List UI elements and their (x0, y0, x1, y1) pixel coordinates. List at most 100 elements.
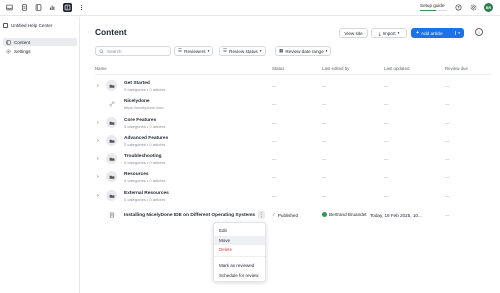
row-status: — (272, 156, 277, 162)
folder-icon (106, 117, 117, 128)
sidebar: Untitled Help Center Content Settings (0, 17, 80, 293)
filter-label: Review status (229, 48, 258, 54)
folder-icon (106, 135, 117, 146)
chevron-right-icon[interactable]: › (97, 83, 99, 89)
column-header-status[interactable]: Status (272, 66, 284, 71)
page-title: Content (95, 27, 127, 37)
search-box[interactable] (95, 46, 171, 56)
row-status: — (272, 101, 277, 107)
chevron-down-icon[interactable]: ▾ (455, 31, 460, 35)
view-site-button[interactable]: View site (339, 28, 368, 38)
status-badge: ✓ Published (272, 212, 298, 218)
table-row[interactable]: › Resources 0 categories • 0 articles — … (95, 168, 491, 186)
table-row[interactable]: › Core Features 0 categories • 0 article… (95, 114, 491, 132)
book-icon[interactable] (34, 3, 43, 12)
sidebar-item-settings[interactable]: Settings (3, 47, 77, 55)
add-article-button[interactable]: + Add article ▾ (411, 28, 464, 38)
filter-label: Reviewers (184, 48, 206, 54)
sidebar-item-label: Settings (14, 48, 31, 54)
row-review-due: — (445, 174, 450, 180)
folder-icon (106, 190, 117, 201)
menu-item-mark-reviewed[interactable]: Mark as reviewed (214, 261, 265, 270)
setup-progress-bar (420, 10, 447, 12)
document-icon[interactable] (20, 3, 29, 12)
row-title: Nicelydone (124, 98, 150, 104)
reviewers-filter[interactable]: ☰ Reviewers ▾ (174, 46, 214, 56)
sidebar-item-label: Content (14, 39, 31, 45)
chevron-down-icon: ▾ (397, 31, 400, 35)
row-review-due: — (445, 156, 450, 162)
settings-gear-icon[interactable] (469, 3, 478, 12)
chevron-right-icon[interactable]: › (97, 156, 99, 162)
context-menu: Edit Move Delete Mark as reviewed Schedu… (213, 222, 266, 282)
row-updated: — (384, 156, 389, 162)
inbox-icon[interactable] (5, 3, 14, 12)
chevron-down-icon: ▾ (207, 49, 210, 53)
row-subtitle: https://nicelydone.club (124, 105, 164, 110)
row-updated: — (384, 83, 389, 89)
setup-guide-link[interactable]: Setup guide (420, 3, 445, 8)
gear-icon (6, 49, 11, 53)
table-row[interactable]: › Advanced Features 0 categories • 0 art… (95, 132, 491, 150)
article-row[interactable]: Installing NicelyDone IDE on Different O… (95, 206, 491, 224)
avatar[interactable]: BR (484, 3, 493, 12)
row-review-due: — (445, 212, 450, 218)
row-subtitle: 0 categories • 0 articles (124, 178, 166, 183)
row-status: — (272, 83, 277, 89)
review-status-filter[interactable]: ☰ Review status ▾ (219, 46, 266, 56)
article-title[interactable]: Installing NicelyDone IDE on Different O… (124, 213, 255, 218)
search-input[interactable] (107, 48, 167, 54)
chevron-down-icon: ▾ (325, 49, 328, 53)
editor-name: Bertrand Bruandet (329, 211, 367, 217)
filter-label: Review date range (285, 48, 324, 54)
help-center-icon (3, 22, 8, 28)
row-subtitle: 0 categories • 0 articles (124, 160, 166, 165)
row-edited-by: — (322, 120, 327, 126)
help-icon[interactable] (454, 3, 463, 12)
help-center-name: Untitled Help Center (11, 22, 53, 28)
review-date-range-filter[interactable]: ▦ Review date range ▾ (275, 46, 332, 56)
row-updated: Today, 19 Feb 2025, 10... (370, 212, 422, 218)
menu-item-schedule-review[interactable]: Schedule for review (214, 271, 265, 280)
info-icon[interactable]: i (475, 28, 483, 36)
menu-item-edit[interactable]: Edit (214, 226, 265, 235)
header-divider (95, 74, 491, 75)
chevron-right-icon[interactable]: › (97, 138, 99, 144)
chevron-right-icon[interactable]: › (97, 120, 99, 126)
row-status: — (272, 193, 277, 199)
chart-icon[interactable] (48, 3, 57, 12)
row-title: Troubleshooting (124, 153, 162, 159)
table-row[interactable]: › Get Started 0 categories • 0 articles … (95, 77, 491, 95)
row-review-due: — (445, 101, 450, 107)
column-header-name[interactable]: Name (95, 66, 107, 71)
row-review-due: — (445, 138, 450, 144)
layout-icon[interactable] (63, 3, 72, 12)
row-status: — (272, 174, 277, 180)
add-article-label: Add article (421, 30, 443, 36)
column-header-last-updated[interactable]: Last updated (384, 66, 409, 71)
column-header-review-due[interactable]: Review due (445, 66, 468, 71)
chevron-right-icon[interactable]: › (97, 174, 99, 180)
menu-item-move[interactable]: Move (214, 236, 265, 245)
table-row[interactable]: › Troubleshooting 0 categories • 0 artic… (95, 150, 491, 168)
view-site-label: View site (344, 30, 363, 36)
row-updated: — (384, 174, 389, 180)
calendar-icon: ▦ (279, 48, 284, 53)
more-icon[interactable] (77, 3, 86, 12)
menu-item-delete[interactable]: Delete (214, 245, 265, 254)
table-row[interactable]: › External Resources 0 categories • 0 ar… (95, 187, 491, 205)
search-icon (99, 48, 104, 53)
filter-lines-icon: ☰ (178, 48, 183, 53)
sidebar-item-content[interactable]: Content (3, 38, 77, 46)
row-edited-by: — (322, 193, 327, 199)
row-subtitle: 0 categories • 0 articles (124, 124, 166, 129)
more-actions-icon[interactable]: ⋮ (258, 211, 265, 219)
table-row[interactable]: Nicelydone https://nicelydone.club — — —… (95, 95, 491, 113)
row-subtitle: 0 categories • 0 articles (124, 197, 166, 202)
column-header-last-edited-by[interactable]: Last edited by (322, 66, 349, 71)
help-center-selector[interactable]: Untitled Help Center (3, 21, 77, 29)
row-review-due: — (445, 193, 450, 199)
import-button[interactable]: ⤓ Import ▾ (371, 28, 407, 38)
content-icon (6, 40, 11, 44)
chevron-right-icon[interactable]: › (97, 193, 99, 199)
